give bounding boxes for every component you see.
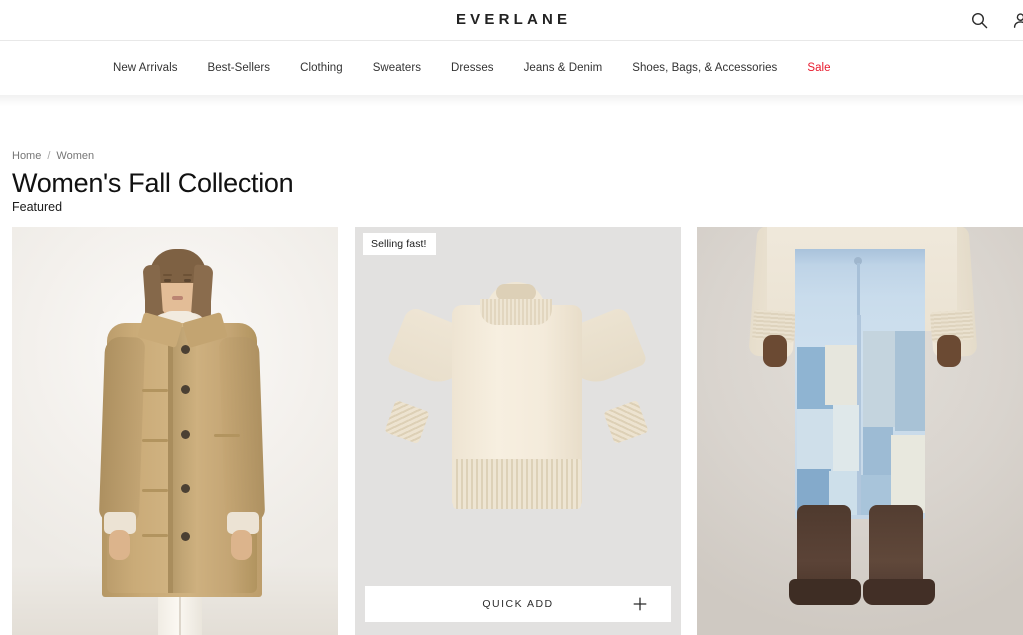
everlane-page: EVERLANE New Arrivals Best-Sellers Cloth…: [0, 0, 1023, 635]
nav-item-shoes-bags-accessories[interactable]: Shoes, Bags, & Accessories: [632, 62, 777, 74]
breadcrumb-women[interactable]: Women: [56, 150, 94, 162]
nav-item-dresses[interactable]: Dresses: [451, 62, 494, 74]
product-image-trench-coat: [12, 227, 338, 635]
nav-item-sweaters[interactable]: Sweaters: [373, 62, 421, 74]
nav-item-best-sellers[interactable]: Best-Sellers: [208, 62, 271, 74]
product-card-trench-coat[interactable]: [12, 227, 338, 635]
product-card-sweater[interactable]: Selling fast! QUICK ADD: [355, 227, 681, 635]
nav-item-new-arrivals[interactable]: New Arrivals: [113, 62, 178, 74]
breadcrumb-home[interactable]: Home: [12, 150, 41, 162]
breadcrumb-separator: /: [47, 150, 51, 162]
plus-icon: [633, 597, 647, 611]
nav-shadow: [0, 95, 1023, 106]
main-navigation: New Arrivals Best-Sellers Clothing Sweat…: [0, 41, 1023, 95]
breadcrumb: Home / Women: [12, 150, 94, 162]
quick-add-label: QUICK ADD: [482, 598, 554, 610]
search-icon[interactable]: [968, 9, 990, 31]
everlane-logo[interactable]: EVERLANE: [0, 11, 1023, 28]
promo-banner-sliver: [0, 88, 1023, 95]
section-label-featured: Featured: [12, 200, 63, 214]
product-image-sweater: [355, 227, 681, 635]
page-title: Women's Fall Collection: [12, 168, 294, 198]
status-badge-selling-fast: Selling fast!: [363, 233, 436, 255]
nav-item-sale[interactable]: Sale: [807, 62, 830, 74]
nav-item-clothing[interactable]: Clothing: [300, 62, 343, 74]
site-header: EVERLANE: [0, 0, 1023, 41]
product-grid: Selling fast! QUICK ADD: [12, 227, 1023, 635]
product-card-patchwork-jeans[interactable]: [697, 227, 1023, 635]
promo-banner-text: [0, 88, 1023, 90]
account-icon[interactable]: [1009, 9, 1023, 31]
product-image-patchwork-jeans: [697, 227, 1023, 635]
quick-add-button[interactable]: QUICK ADD: [365, 586, 671, 622]
nav-list: New Arrivals Best-Sellers Clothing Sweat…: [113, 62, 831, 74]
header-actions: [968, 9, 1023, 31]
nav-item-jeans-denim[interactable]: Jeans & Denim: [524, 62, 603, 74]
